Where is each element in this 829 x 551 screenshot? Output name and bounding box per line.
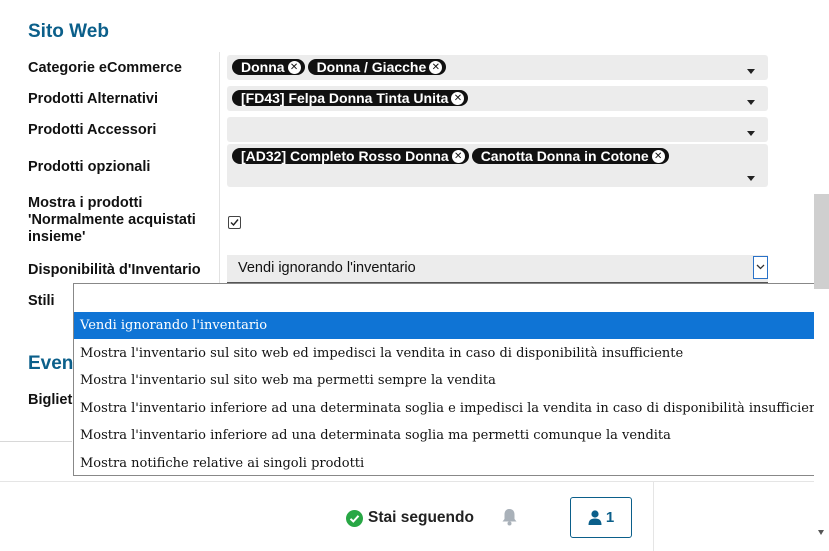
check-circle-icon — [346, 509, 363, 527]
section-title-sito-web: Sito Web — [28, 21, 109, 42]
prodotti-opzionali-field[interactable]: [AD32] Completo Rosso Donna ✕ Canotta Donn… — [227, 144, 768, 187]
dropdown-toggle-button[interactable] — [753, 256, 768, 279]
tag: Donna / Giacche ✕ — [307, 59, 447, 75]
inventory-options-dropdown[interactable]: Vendi ignorando l'inventario Mostra l'in… — [73, 283, 829, 476]
dropdown-option[interactable]: Vendi ignorando l'inventario — [74, 312, 829, 339]
followers-button[interactable]: 1 — [570, 497, 632, 538]
tag-label: Donna / Giacche — [316, 59, 427, 75]
scrollbar-thumb[interactable] — [814, 194, 829, 289]
prodotti-accessori-label: Prodotti Accessori — [28, 122, 157, 138]
dropdown-option[interactable]: Mostra l'inventario inferiore ad una det… — [74, 395, 829, 422]
scroll-down-icon[interactable] — [818, 530, 824, 535]
close-icon[interactable]: ✕ — [287, 60, 301, 74]
prodotti-alternativi-field[interactable]: [FD43] Felpa Donna Tinta Unita ✕ — [227, 86, 768, 111]
chevron-down-icon — [756, 264, 765, 270]
divider — [0, 441, 72, 442]
dropdown-option[interactable]: Mostra notifiche relative ai singoli pro… — [74, 450, 829, 477]
followers-count: 1 — [605, 509, 615, 526]
following-button[interactable]: Stai seguendo — [346, 509, 474, 527]
dropdown-option[interactable]: Mostra l'inventario sul sito web ed impe… — [74, 340, 829, 367]
chevron-down-icon[interactable] — [747, 69, 755, 74]
mostra-prodotti-checkbox[interactable] — [228, 216, 241, 229]
disponibilita-selected-value: Vendi ignorando l'inventario — [238, 260, 416, 276]
footer-vertical-divider — [653, 482, 654, 551]
chevron-down-icon[interactable] — [747, 131, 755, 136]
close-icon[interactable]: ✕ — [451, 149, 465, 163]
close-icon[interactable]: ✕ — [651, 149, 665, 163]
following-label: Stai seguendo — [368, 509, 474, 526]
tag-label: [AD32] Completo Rosso Donna — [241, 148, 449, 164]
chevron-down-icon[interactable] — [747, 176, 755, 181]
stili-label: Stili — [28, 293, 55, 309]
tag-label: Canotta Donna in Cotone — [480, 148, 649, 164]
chevron-down-icon[interactable] — [747, 100, 755, 105]
close-icon[interactable]: ✕ — [429, 60, 443, 74]
check-icon — [230, 219, 239, 227]
tag: Donna ✕ — [232, 59, 305, 75]
footer-divider — [0, 481, 829, 482]
user-icon — [588, 510, 602, 525]
disponibilita-inventario-label: Disponibilità d'Inventario — [28, 262, 201, 278]
dropdown-option[interactable]: Mostra l'inventario sul sito web ma perm… — [74, 367, 829, 394]
tag-label: Donna — [241, 59, 285, 75]
tag-label: [FD43] Felpa Donna Tinta Unita — [241, 90, 449, 106]
bell-icon[interactable] — [501, 508, 518, 531]
disponibilita-inventario-select[interactable]: Vendi ignorando l'inventario — [227, 255, 768, 283]
tag: Canotta Donna in Cotone ✕ — [471, 148, 669, 164]
prodotti-alternativi-label: Prodotti Alternativi — [28, 91, 158, 107]
prodotti-opzionali-label: Prodotti opzionali — [28, 159, 151, 175]
categorie-ecommerce-field[interactable]: Donna ✕ Donna / Giacche ✕ — [227, 55, 768, 80]
mostra-prodotti-label: Mostra i prodotti 'Normalmente acquistat… — [28, 195, 196, 245]
categorie-ecommerce-label: Categorie eCommerce — [28, 60, 182, 76]
biglietti-label: Bigliet — [28, 392, 73, 408]
tag: [FD43] Felpa Donna Tinta Unita ✕ — [232, 90, 469, 106]
dropdown-option[interactable]: Mostra l'inventario inferiore ad una det… — [74, 422, 829, 449]
close-icon[interactable]: ✕ — [451, 91, 465, 105]
tag: [AD32] Completo Rosso Donna ✕ — [232, 148, 469, 164]
prodotti-accessori-field[interactable] — [227, 117, 768, 142]
